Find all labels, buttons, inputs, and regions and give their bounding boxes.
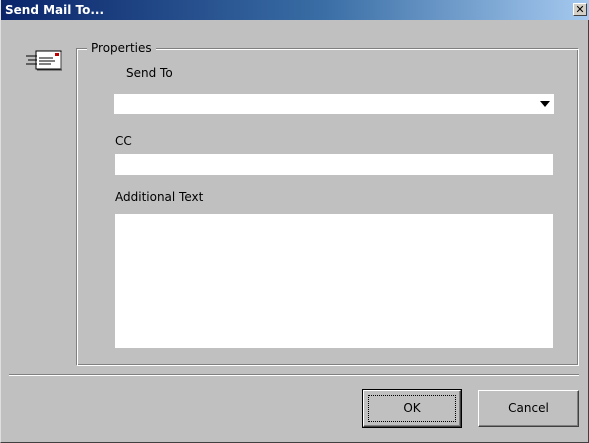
separator bbox=[9, 374, 579, 376]
close-icon[interactable]: ✕ bbox=[573, 3, 587, 16]
title-bar[interactable]: Send Mail To... ✕ bbox=[1, 0, 589, 20]
cc-label: CC bbox=[115, 134, 132, 148]
properties-legend: Properties bbox=[87, 40, 156, 56]
additional-text-area[interactable] bbox=[115, 214, 553, 348]
additional-text-label: Additional Text bbox=[115, 190, 204, 204]
window-title: Send Mail To... bbox=[5, 3, 105, 17]
ok-button[interactable]: OK bbox=[362, 389, 462, 428]
chevron-down-icon[interactable] bbox=[540, 101, 550, 107]
cancel-button[interactable]: Cancel bbox=[478, 390, 579, 427]
send-to-select[interactable] bbox=[114, 94, 554, 114]
cancel-button-label: Cancel bbox=[508, 401, 549, 415]
send-to-label: Send To bbox=[126, 66, 173, 80]
send-mail-dialog: Send Mail To... ✕ Properties Send To CC … bbox=[0, 0, 589, 443]
ok-button-label: OK bbox=[403, 401, 421, 415]
cc-field[interactable] bbox=[115, 154, 553, 175]
mail-icon bbox=[26, 50, 62, 71]
